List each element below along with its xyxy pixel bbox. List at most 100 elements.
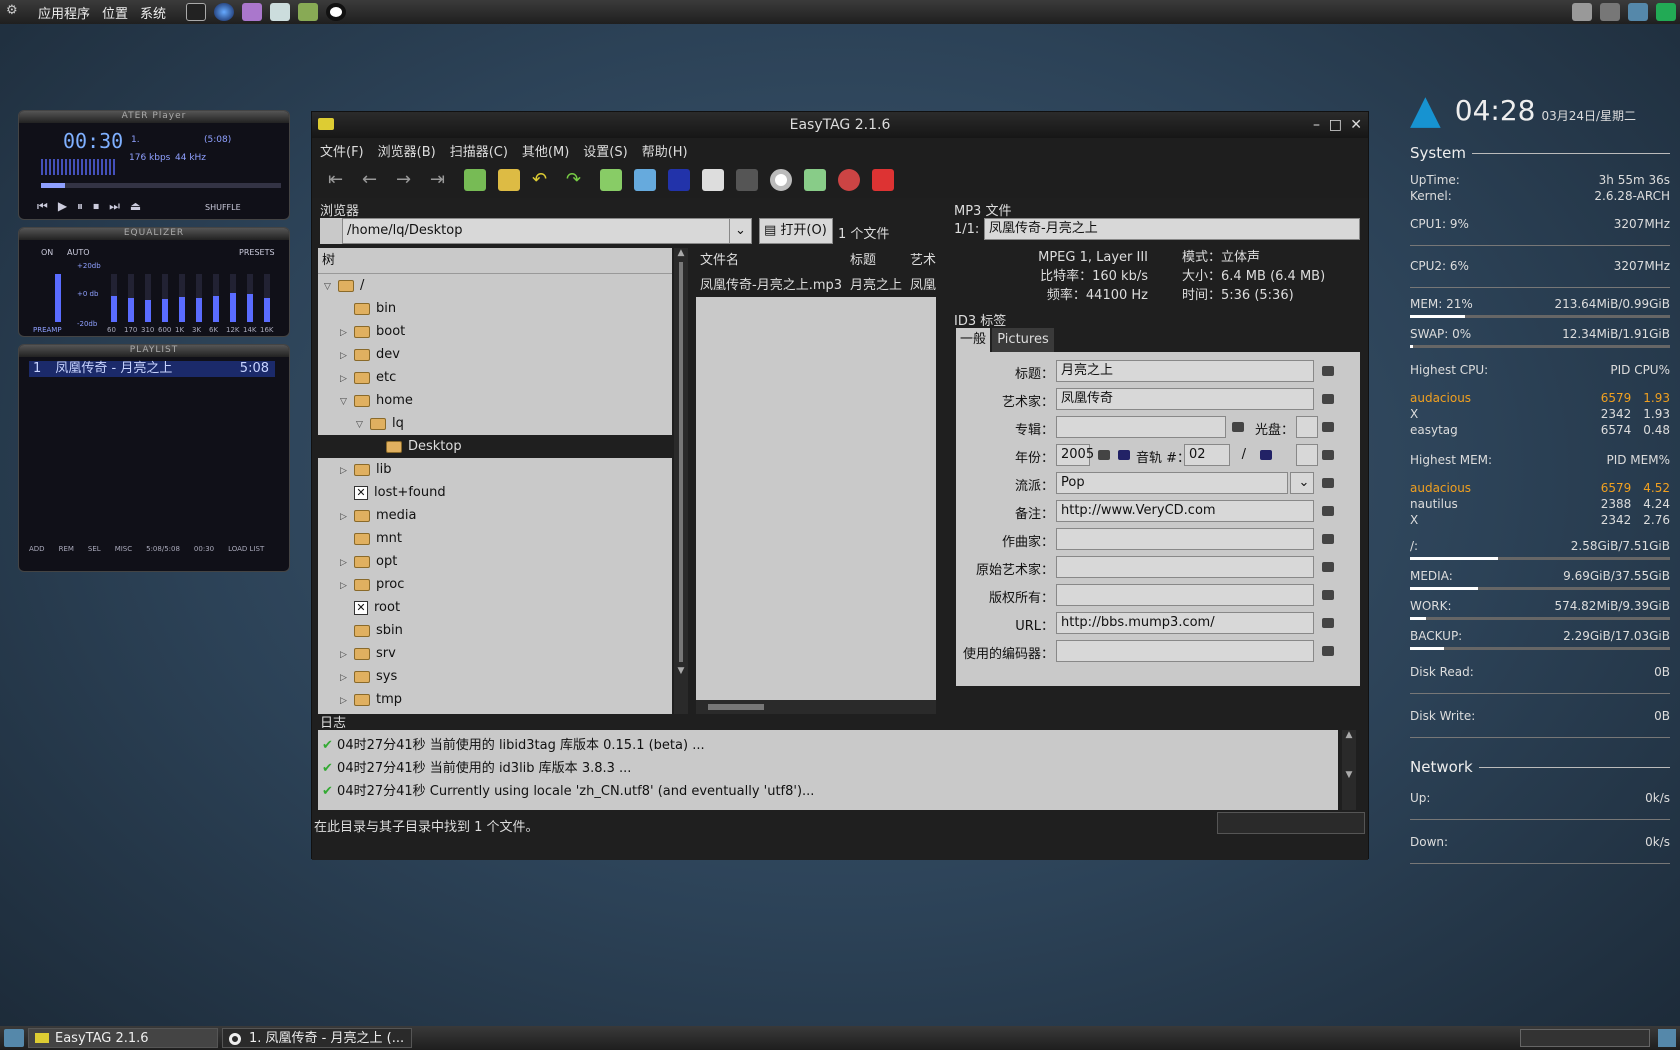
tag-field-1[interactable]: 凤凰传奇: [1056, 388, 1314, 410]
menu-file[interactable]: 文件(F): [320, 141, 364, 160]
apply-to-all-icon[interactable]: [1322, 450, 1334, 460]
eq-on-button[interactable]: ON: [41, 248, 53, 257]
apply-to-all-icon[interactable]: [1322, 366, 1334, 376]
show-desktop-icon[interactable]: [4, 1029, 24, 1047]
tag-field-5[interactable]: http://www.VeryCD.com: [1056, 500, 1314, 522]
audacious-icon[interactable]: [326, 3, 347, 21]
window-titlebar[interactable]: EasyTAG 2.1.6 – □ ✕: [312, 112, 1368, 138]
menu-help[interactable]: 帮助(H): [642, 141, 688, 160]
select-all-icon[interactable]: [464, 169, 486, 191]
tree-node-dev[interactable]: ▷ dev: [318, 343, 672, 366]
tree-node-lib[interactable]: ▷ lib: [318, 458, 672, 481]
tag-field-8[interactable]: [1056, 584, 1314, 606]
track-apply-icon[interactable]: [1118, 450, 1130, 460]
volume-icon[interactable]: [1600, 3, 1620, 21]
maximize-button[interactable]: □: [1329, 112, 1342, 138]
next-file-icon[interactable]: →: [396, 169, 418, 191]
expander-icon[interactable]: ▷: [340, 460, 354, 483]
year-apply-icon[interactable]: [1098, 450, 1110, 460]
pidgin-icon[interactable]: [242, 3, 263, 21]
tag-field-9[interactable]: http://bbs.mump3.com/: [1056, 612, 1314, 634]
menu-system[interactable]: 系统: [134, 3, 172, 22]
disc-apply-icon[interactable]: [1232, 422, 1244, 432]
tree-node-lq[interactable]: ▽ lq: [318, 412, 672, 435]
clear-tags-icon[interactable]: [498, 169, 520, 191]
pl-rem-button[interactable]: REM: [59, 545, 74, 553]
eq-band-slider[interactable]: [128, 274, 134, 322]
tag-field-3[interactable]: 2005: [1056, 444, 1094, 466]
tag-field-10[interactable]: [1056, 640, 1314, 662]
expander-icon[interactable]: ▽: [340, 391, 354, 414]
tree-node-srv[interactable]: ▷ srv: [318, 642, 672, 665]
minimize-button[interactable]: –: [1313, 112, 1320, 138]
expander-icon[interactable]: ▷: [340, 575, 354, 598]
tree-node-bin[interactable]: bin: [318, 297, 672, 320]
task-audacious[interactable]: 1. 凤凰传奇 - 月亮之上 (...: [222, 1028, 412, 1048]
expander-icon[interactable]: ▷: [340, 345, 354, 368]
quit-icon[interactable]: [872, 169, 894, 191]
terminal-icon[interactable]: [186, 3, 207, 21]
search-icon[interactable]: [736, 169, 758, 191]
tag-field-6[interactable]: [1056, 528, 1314, 550]
chevron-down-icon[interactable]: ⌄: [729, 219, 751, 243]
save-icon[interactable]: [600, 169, 622, 191]
pl-add-button[interactable]: ADD: [29, 545, 45, 553]
tree-node-media[interactable]: ▷ media: [318, 504, 672, 527]
artist-view-icon[interactable]: [702, 169, 724, 191]
apply-to-all-icon[interactable]: [1322, 506, 1334, 516]
expander-icon[interactable]: ▷: [340, 644, 354, 667]
col-title[interactable]: 标题: [846, 248, 906, 274]
expander-icon[interactable]: ▷: [340, 368, 354, 391]
tree-node-sys[interactable]: ▷ sys: [318, 665, 672, 688]
drive-icon[interactable]: [1572, 3, 1592, 21]
run-icon[interactable]: [1656, 3, 1676, 21]
eq-auto-button[interactable]: AUTO: [67, 248, 90, 257]
apply-to-all-icon[interactable]: [1322, 646, 1334, 656]
expander-icon[interactable]: ▷: [340, 667, 354, 690]
eject-icon[interactable]: ⏏: [130, 199, 151, 213]
apply-to-all-icon[interactable]: [1322, 394, 1334, 404]
file-row[interactable]: 凤凰传奇-月亮之上.mp3 月亮之上 凤凰: [696, 274, 936, 297]
stop-icon[interactable]: ⏹: [93, 199, 109, 213]
eq-band-slider[interactable]: [145, 274, 151, 322]
shuffle-button[interactable]: SHUFFLE: [205, 203, 241, 212]
eq-preamp-slider[interactable]: [55, 274, 61, 322]
tree-node-proc[interactable]: ▷ proc: [318, 573, 672, 596]
next-icon[interactable]: ⏭: [109, 199, 130, 213]
menu-places[interactable]: 位置: [96, 3, 134, 22]
eq-band-slider[interactable]: [230, 274, 236, 322]
col-filename[interactable]: 文件名: [696, 248, 846, 274]
tree-node-[interactable]: ▽ /: [318, 274, 672, 297]
file-hscrollbar[interactable]: [696, 700, 936, 714]
track-total-apply-icon[interactable]: [1260, 450, 1272, 460]
menu-misc[interactable]: 其他(M): [522, 141, 569, 160]
text-editor-icon[interactable]: [270, 3, 291, 21]
apply-to-all-icon[interactable]: [1322, 534, 1334, 544]
disc-field[interactable]: [1296, 416, 1318, 438]
tree-node-boot[interactable]: ▷ boot: [318, 320, 672, 343]
eq-band-slider[interactable]: [247, 274, 253, 322]
tab-general[interactable]: 一般: [956, 328, 990, 352]
task-easytag[interactable]: EasyTAG 2.1.6: [28, 1028, 218, 1048]
redo-icon[interactable]: ↷: [566, 169, 588, 191]
tree-node-lostfound[interactable]: ✕ lost+found: [318, 481, 672, 504]
apply-to-all-icon[interactable]: [1322, 590, 1334, 600]
pl-misc-button[interactable]: MISC: [115, 545, 132, 553]
play-icon[interactable]: ▶: [58, 199, 77, 213]
track-total-field[interactable]: [1296, 444, 1318, 466]
menu-browser[interactable]: 浏览器(B): [378, 141, 436, 160]
apply-to-all-icon[interactable]: [1322, 422, 1334, 432]
playlist-icon[interactable]: [804, 169, 826, 191]
prev-file-icon[interactable]: ←: [362, 169, 384, 191]
playlist-item[interactable]: 1 凤凰传奇 - 月亮之上 5:08: [29, 361, 275, 377]
stop-icon[interactable]: [838, 169, 860, 191]
trash-icon[interactable]: [1658, 1029, 1676, 1047]
expander-icon[interactable]: ▷: [340, 506, 354, 529]
tree-node-mnt[interactable]: mnt: [318, 527, 672, 550]
menu-settings[interactable]: 设置(S): [583, 141, 627, 160]
prev-icon[interactable]: ⏮: [37, 199, 58, 213]
tree-node-opt[interactable]: ▷ opt: [318, 550, 672, 573]
eq-band-slider[interactable]: [264, 274, 270, 322]
apply-to-all-icon[interactable]: [1322, 618, 1334, 628]
eq-band-slider[interactable]: [213, 274, 219, 322]
